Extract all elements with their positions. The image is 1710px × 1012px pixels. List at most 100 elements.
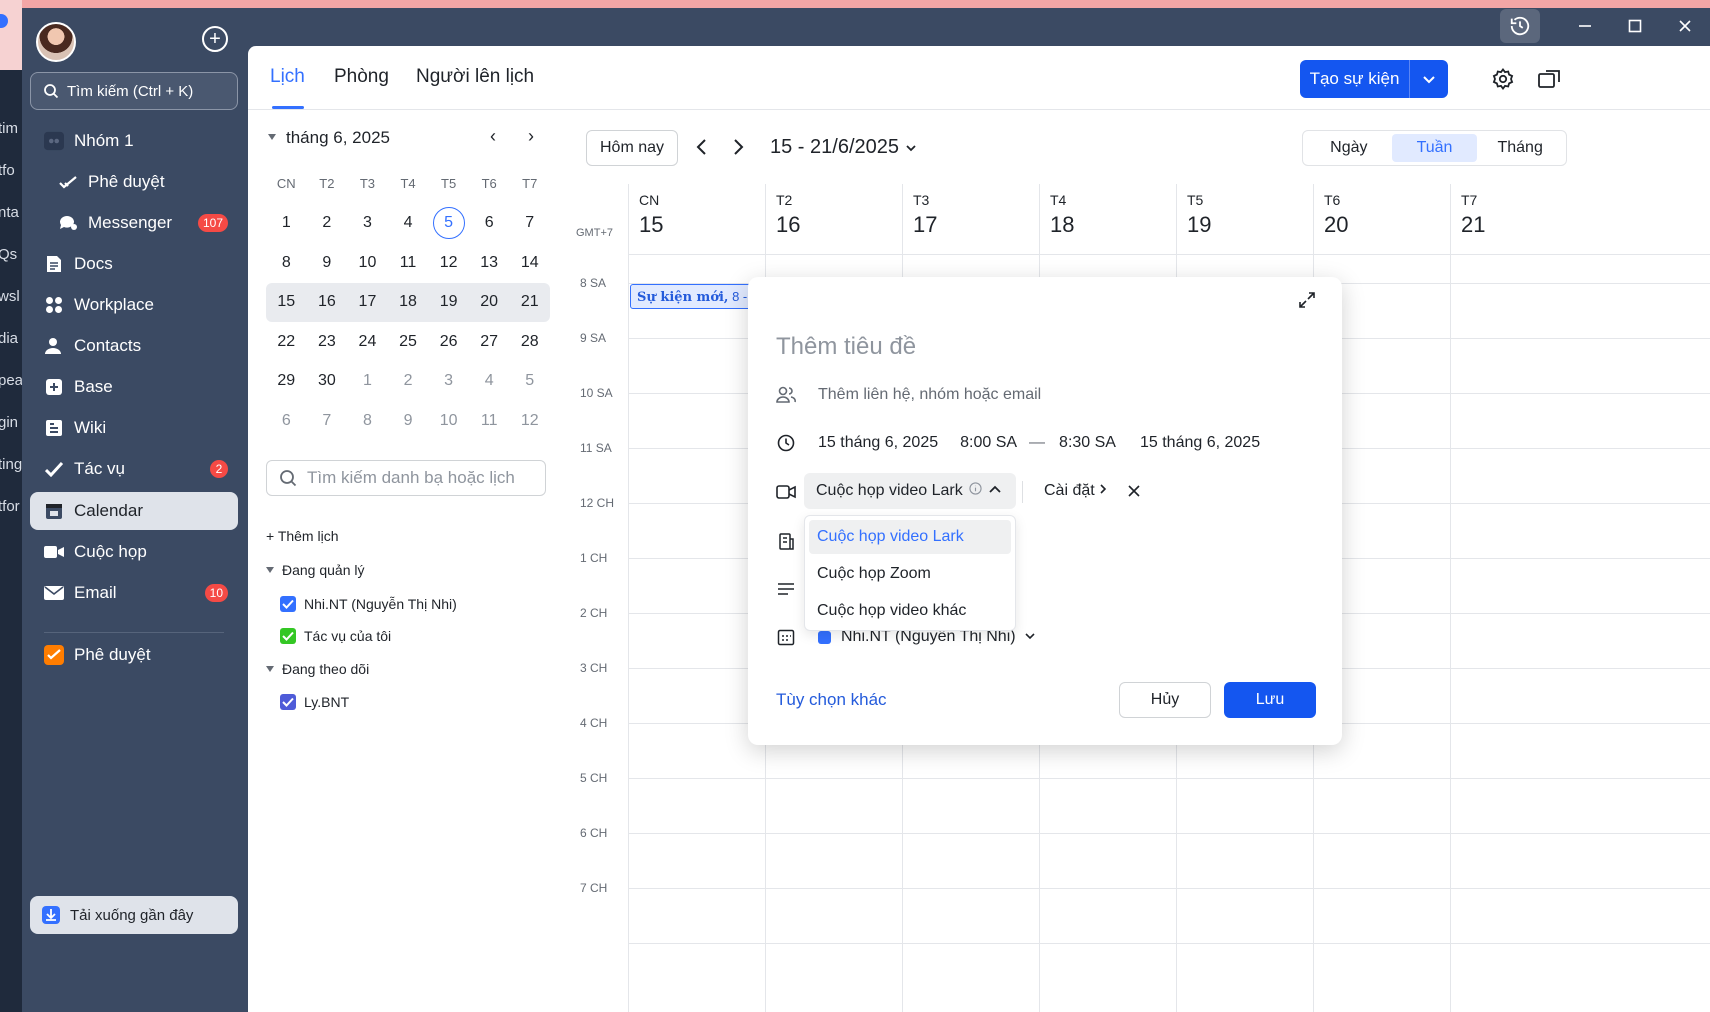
sidebar-item-docs[interactable]: Docs	[30, 245, 238, 283]
day-cell[interactable]: 4	[388, 214, 429, 232]
sidebar-item-group[interactable]: Nhóm 1	[30, 122, 238, 160]
prev-month-icon[interactable]: ‹	[490, 126, 496, 147]
sidebar-item-workplace[interactable]: Workplace	[30, 286, 238, 324]
following-section-toggle[interactable]: Đang theo dõi	[266, 661, 369, 677]
view-week[interactable]: Tuần	[1391, 134, 1478, 162]
sidebar-item-approval[interactable]: Phê duyệt	[30, 636, 238, 674]
day-cell[interactable]: 27	[469, 333, 510, 351]
day-cell[interactable]: 11	[388, 254, 429, 272]
day-cell[interactable]: 22	[266, 333, 307, 351]
day-cell[interactable]: 25	[388, 333, 429, 351]
video-meeting-select[interactable]: Cuộc họp video Lark	[804, 473, 1016, 509]
sidebar-item-approval-sub[interactable]: Phê duyệt	[30, 163, 238, 201]
day-header[interactable]: T3 17	[902, 184, 1039, 254]
info-icon[interactable]	[969, 482, 982, 500]
sidebar-item-calendar[interactable]: Calendar	[30, 492, 238, 530]
start-date[interactable]: 15 tháng 6, 2025	[818, 434, 938, 452]
today-button[interactable]: Hôm nay	[586, 130, 678, 166]
calendar-entry-nhi[interactable]: Nhi.NT (Nguyễn Thị Nhi)	[280, 596, 457, 612]
cancel-button[interactable]: Hủy	[1119, 682, 1211, 718]
day-header[interactable]: T6 20	[1313, 184, 1450, 254]
sidebar-item-email[interactable]: Email 10	[30, 574, 238, 612]
day-cell[interactable]: 1	[266, 214, 307, 232]
sidebar-item-messenger[interactable]: Messenger 107	[30, 204, 238, 242]
day-cell-next-month[interactable]: 8	[347, 412, 388, 430]
day-cell[interactable]: 29	[266, 372, 307, 390]
view-day[interactable]: Ngày	[1306, 134, 1392, 162]
history-icon[interactable]	[1500, 9, 1540, 43]
day-cell[interactable]: 28	[509, 333, 550, 351]
tab-scheduler[interactable]: Người lên lịch	[416, 66, 534, 88]
video-option-lark[interactable]: Cuộc họp video Lark	[809, 520, 1011, 554]
day-header[interactable]: T5 19	[1176, 184, 1313, 254]
video-settings-link[interactable]: Cài đặt	[1044, 482, 1107, 500]
add-calendar-link[interactable]: + Thêm lịch	[266, 528, 339, 544]
maximize-icon[interactable]	[1610, 8, 1660, 44]
day-header[interactable]: T4 18	[1039, 184, 1176, 254]
day-cell-next-month[interactable]: 5	[509, 372, 550, 390]
gear-icon[interactable]	[1490, 66, 1516, 92]
managing-section-toggle[interactable]: Đang quản lý	[266, 562, 365, 578]
day-cell[interactable]: 7	[509, 214, 550, 232]
expand-icon[interactable]	[1298, 291, 1316, 314]
event-title-input[interactable]: Thêm tiêu đề	[776, 333, 916, 361]
day-cell-next-month[interactable]: 3	[428, 372, 469, 390]
video-option-zoom[interactable]: Cuộc họp Zoom	[809, 557, 1011, 591]
day-cell[interactable]: 13	[469, 254, 510, 272]
start-time[interactable]: 8:00 SA	[960, 434, 1017, 452]
avatar[interactable]	[36, 22, 76, 62]
day-cell-next-month[interactable]: 7	[307, 412, 348, 430]
checkbox-checked-icon[interactable]	[280, 596, 296, 612]
day-cell[interactable]: 23	[307, 333, 348, 351]
day-header[interactable]: T2 16	[765, 184, 902, 254]
sidebar-item-tasks[interactable]: Tác vụ 2	[30, 450, 238, 488]
day-cell[interactable]: 16	[307, 293, 348, 311]
day-cell[interactable]: 30	[307, 372, 348, 390]
next-week-icon[interactable]	[732, 138, 744, 161]
day-cell[interactable]: 12	[428, 254, 469, 272]
day-cell-next-month[interactable]: 11	[469, 412, 510, 430]
more-options-link[interactable]: Tùy chọn khác	[776, 690, 887, 710]
calendar-entry-my-tasks[interactable]: Tác vụ của tôi	[280, 628, 391, 644]
day-cell[interactable]: 10	[347, 254, 388, 272]
day-cell[interactable]: 17	[347, 293, 388, 311]
day-cell-next-month[interactable]: 2	[388, 372, 429, 390]
day-header[interactable]: T7 21	[1450, 184, 1587, 254]
tab-calendar[interactable]: Lịch	[270, 66, 305, 88]
day-cell[interactable]: 14	[509, 254, 550, 272]
chevron-down-icon[interactable]	[1410, 74, 1448, 84]
tab-rooms[interactable]: Phòng	[334, 66, 389, 88]
day-cell[interactable]: 24	[347, 333, 388, 351]
calendar-entry-ly[interactable]: Ly.BNT	[280, 694, 349, 710]
global-search[interactable]: Tìm kiếm (Ctrl + K)	[30, 72, 238, 110]
day-cell[interactable]: 19	[428, 293, 469, 311]
day-cell-next-month[interactable]: 12	[509, 412, 550, 430]
sidebar-item-wiki[interactable]: Wiki	[30, 409, 238, 447]
next-month-icon[interactable]: ›	[528, 126, 534, 147]
date-range-picker[interactable]: 15 - 21/6/2025	[770, 136, 917, 159]
day-cell-next-month[interactable]: 6	[266, 412, 307, 430]
checkbox-checked-icon[interactable]	[280, 628, 296, 644]
day-cell-today[interactable]: 5	[428, 207, 469, 240]
day-cell[interactable]: 6	[469, 214, 510, 232]
chevron-down-icon[interactable]	[1024, 628, 1036, 646]
day-cell[interactable]: 20	[469, 293, 510, 311]
close-window-icon[interactable]	[1660, 8, 1710, 44]
minimize-icon[interactable]	[1560, 8, 1610, 44]
recent-downloads-button[interactable]: Tải xuống gần đây	[30, 896, 238, 934]
close-icon[interactable]	[1126, 483, 1142, 504]
day-cell[interactable]: 21	[509, 293, 550, 311]
day-cell[interactable]: 18	[388, 293, 429, 311]
create-event-button[interactable]: Tạo sự kiện	[1300, 60, 1448, 98]
new-window-icon[interactable]	[1536, 66, 1562, 92]
video-option-other[interactable]: Cuộc họp video khác	[809, 594, 1011, 628]
day-cell[interactable]: 15	[266, 293, 307, 311]
sidebar-item-base[interactable]: Base	[30, 368, 238, 406]
collapse-caret-icon[interactable]	[268, 134, 276, 140]
day-cell[interactable]: 26	[428, 333, 469, 351]
add-icon[interactable]: +	[202, 26, 228, 52]
day-cell[interactable]: 3	[347, 214, 388, 232]
end-time[interactable]: 8:30 SA	[1059, 434, 1116, 452]
day-cell[interactable]: 8	[266, 254, 307, 272]
calendar-search-input[interactable]: Tìm kiếm danh bạ hoặc lịch	[266, 460, 546, 496]
